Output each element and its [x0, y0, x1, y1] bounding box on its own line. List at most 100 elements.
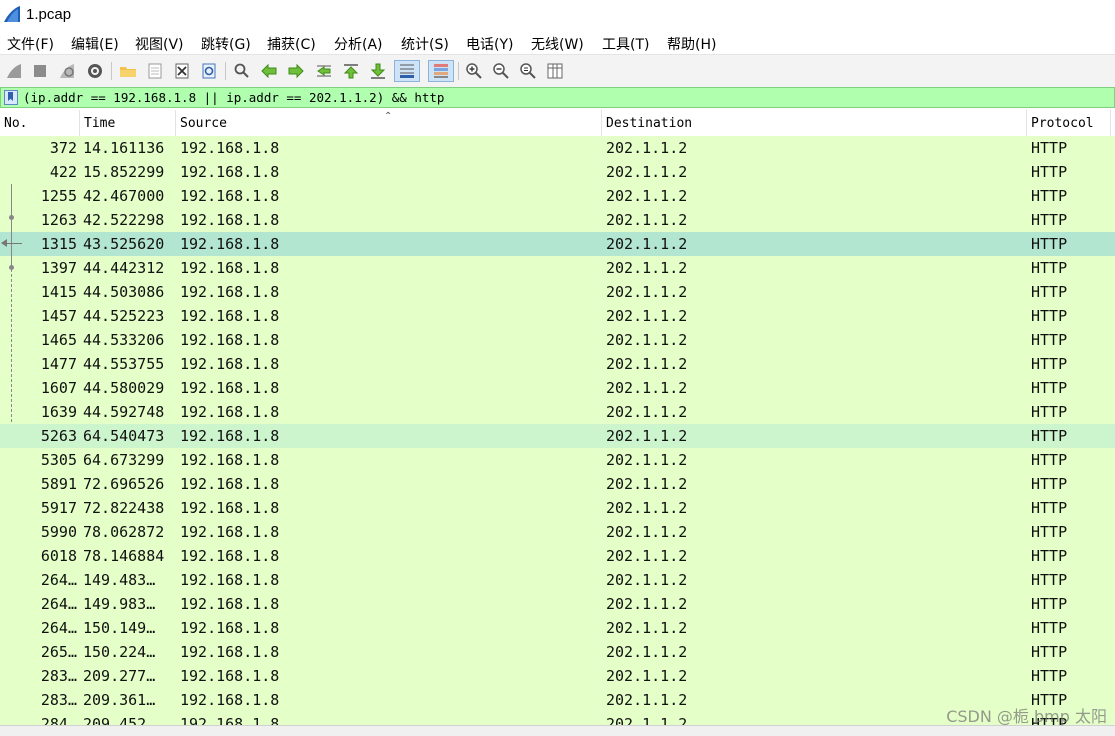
packet-source-cell: 192.168.1.8 — [180, 595, 280, 613]
packet-row[interactable]: 5990 78.062872 192.168.1.8 202.1.1.2 HTTP — [0, 520, 1115, 544]
first-packet-icon[interactable] — [340, 60, 362, 82]
packet-source-cell: 192.168.1.8 — [180, 355, 280, 373]
packet-protocol-cell: HTTP — [1031, 379, 1068, 397]
packet-row[interactable]: 1315 43.525620 192.168.1.8 202.1.1.2 HTTP — [0, 232, 1115, 256]
packet-no-cell: 5305 — [40, 451, 77, 469]
menu-capture[interactable]: 捕获(C) — [267, 34, 316, 54]
menu-tools[interactable]: 工具(T) — [602, 34, 649, 54]
packet-row[interactable]: 5917 72.822438 192.168.1.8 202.1.1.2 HTTP — [0, 496, 1115, 520]
menu-help[interactable]: 帮助(H) — [667, 34, 716, 54]
packet-protocol-cell: HTTP — [1031, 667, 1068, 685]
main-toolbar — [0, 54, 1115, 87]
save-file-icon[interactable] — [144, 60, 166, 82]
find-packet-icon[interactable] — [231, 60, 253, 82]
packet-row[interactable]: 283… 209.277… 192.168.1.8 202.1.1.2 HTTP — [0, 664, 1115, 688]
go-back-icon[interactable] — [258, 60, 280, 82]
packet-row[interactable]: 6018 78.146884 192.168.1.8 202.1.1.2 HTTP — [0, 544, 1115, 568]
packet-no-cell: 283… — [40, 667, 77, 685]
packet-source-cell: 192.168.1.8 — [180, 139, 280, 157]
packet-no-cell: 5917 — [40, 499, 77, 517]
watermark: CSDN @栀 bmp 太阳 — [946, 707, 1107, 726]
related-packets-line — [11, 184, 12, 264]
packet-destination-cell: 202.1.1.2 — [606, 667, 688, 685]
resize-columns-icon[interactable] — [544, 60, 566, 82]
packet-protocol-cell: HTTP — [1031, 571, 1068, 589]
menu-statistics[interactable]: 统计(S) — [401, 34, 449, 54]
packet-no-cell: 283… — [40, 691, 77, 709]
packet-no-cell: 6018 — [40, 547, 77, 565]
packet-row[interactable]: 264… 149.483… 192.168.1.8 202.1.1.2 HTTP — [0, 568, 1115, 592]
packet-row[interactable]: 1607 44.580029 192.168.1.8 202.1.1.2 HTTP — [0, 376, 1115, 400]
colorize-icon[interactable] — [428, 60, 454, 82]
filter-bookmark-icon[interactable] — [4, 90, 18, 105]
menu-edit[interactable]: 编辑(E) — [71, 34, 119, 54]
packet-row[interactable]: 265… 150.224… 192.168.1.8 202.1.1.2 HTTP — [0, 640, 1115, 664]
packet-protocol-cell: HTTP — [1031, 499, 1068, 517]
packet-row[interactable]: 1397 44.442312 192.168.1.8 202.1.1.2 HTTP — [0, 256, 1115, 280]
packet-row[interactable]: 5891 72.696526 192.168.1.8 202.1.1.2 HTTP — [0, 472, 1115, 496]
packet-row[interactable]: 422 15.852299 192.168.1.8 202.1.1.2 HTTP — [0, 160, 1115, 184]
packet-row[interactable]: 264… 150.149… 192.168.1.8 202.1.1.2 HTTP — [0, 616, 1115, 640]
packet-protocol-cell: HTTP — [1031, 331, 1068, 349]
menu-analyze[interactable]: 分析(A) — [334, 34, 383, 54]
packet-row[interactable]: 1255 42.467000 192.168.1.8 202.1.1.2 HTTP — [0, 184, 1115, 208]
menu-telephony[interactable]: 电话(Y) — [466, 34, 513, 54]
title-bar: 1.pcap — [0, 0, 1115, 30]
packet-row[interactable]: 1457 44.525223 192.168.1.8 202.1.1.2 HTTP — [0, 304, 1115, 328]
open-file-icon[interactable] — [117, 60, 139, 82]
packet-row[interactable]: 1465 44.533206 192.168.1.8 202.1.1.2 HTTP — [0, 328, 1115, 352]
packet-no-cell: 264… — [40, 619, 77, 637]
close-file-icon[interactable] — [171, 60, 193, 82]
packet-row[interactable]: 1639 44.592748 192.168.1.8 202.1.1.2 HTTP — [0, 400, 1115, 424]
last-packet-icon[interactable] — [367, 60, 389, 82]
packet-time-cell: 42.522298 — [83, 211, 165, 229]
packet-row[interactable]: 372 14.161136 192.168.1.8 202.1.1.2 HTTP — [0, 136, 1115, 160]
packet-row[interactable]: 1263 42.522298 192.168.1.8 202.1.1.2 HTTP — [0, 208, 1115, 232]
packet-destination-cell: 202.1.1.2 — [606, 523, 688, 541]
packet-time-cell: 44.503086 — [83, 283, 165, 301]
menu-wireless[interactable]: 无线(W) — [531, 34, 584, 54]
packet-source-cell: 192.168.1.8 — [180, 475, 280, 493]
go-forward-icon[interactable] — [285, 60, 307, 82]
packet-time-cell: 209.277… — [83, 667, 156, 685]
start-capture-icon[interactable] — [3, 60, 25, 82]
column-header-protocol[interactable]: Protocol — [1027, 110, 1111, 136]
packet-row[interactable]: 1415 44.503086 192.168.1.8 202.1.1.2 HTTP — [0, 280, 1115, 304]
packet-destination-cell: 202.1.1.2 — [606, 163, 688, 181]
packet-time-cell: 44.442312 — [83, 259, 165, 277]
packet-destination-cell: 202.1.1.2 — [606, 139, 688, 157]
packet-destination-cell: 202.1.1.2 — [606, 595, 688, 613]
wireshark-fin-icon — [4, 6, 20, 22]
packet-source-cell: 192.168.1.8 — [180, 259, 280, 277]
packet-protocol-cell: HTTP — [1031, 211, 1068, 229]
zoom-out-icon[interactable] — [490, 60, 512, 82]
reload-file-icon[interactable] — [198, 60, 220, 82]
capture-options-icon[interactable] — [84, 60, 106, 82]
display-filter-bar[interactable]: (ip.addr == 192.168.1.8 || ip.addr == 20… — [0, 87, 1115, 108]
packet-source-cell: 192.168.1.8 — [180, 451, 280, 469]
packet-row[interactable]: 5263 64.540473 192.168.1.8 202.1.1.2 HTTP — [0, 424, 1115, 448]
packet-destination-cell: 202.1.1.2 — [606, 619, 688, 637]
go-to-packet-icon[interactable] — [313, 60, 335, 82]
column-header-no[interactable]: No. — [0, 110, 80, 136]
packet-time-cell: 72.696526 — [83, 475, 165, 493]
autoscroll-icon[interactable] — [394, 60, 420, 82]
packet-row[interactable]: 1477 44.553755 192.168.1.8 202.1.1.2 HTTP — [0, 352, 1115, 376]
stop-capture-icon[interactable] — [29, 60, 51, 82]
packet-row[interactable]: 264… 149.983… 192.168.1.8 202.1.1.2 HTTP — [0, 592, 1115, 616]
packet-destination-cell: 202.1.1.2 — [606, 571, 688, 589]
packet-source-cell: 192.168.1.8 — [180, 427, 280, 445]
column-header-destination[interactable]: Destination — [602, 110, 1027, 136]
packet-destination-cell: 202.1.1.2 — [606, 643, 688, 661]
packet-protocol-cell: HTTP — [1031, 595, 1068, 613]
menu-view[interactable]: 视图(V) — [135, 34, 184, 54]
restart-capture-icon[interactable] — [56, 60, 78, 82]
zoom-in-icon[interactable] — [463, 60, 485, 82]
menu-go[interactable]: 跳转(G) — [201, 34, 251, 54]
normal-size-icon[interactable] — [517, 60, 539, 82]
column-header-time[interactable]: Time — [80, 110, 176, 136]
menu-file[interactable]: 文件(F) — [7, 34, 54, 54]
packet-time-cell: 64.673299 — [83, 451, 165, 469]
display-filter-input[interactable]: (ip.addr == 192.168.1.8 || ip.addr == 20… — [23, 90, 444, 105]
packet-row[interactable]: 5305 64.673299 192.168.1.8 202.1.1.2 HTTP — [0, 448, 1115, 472]
